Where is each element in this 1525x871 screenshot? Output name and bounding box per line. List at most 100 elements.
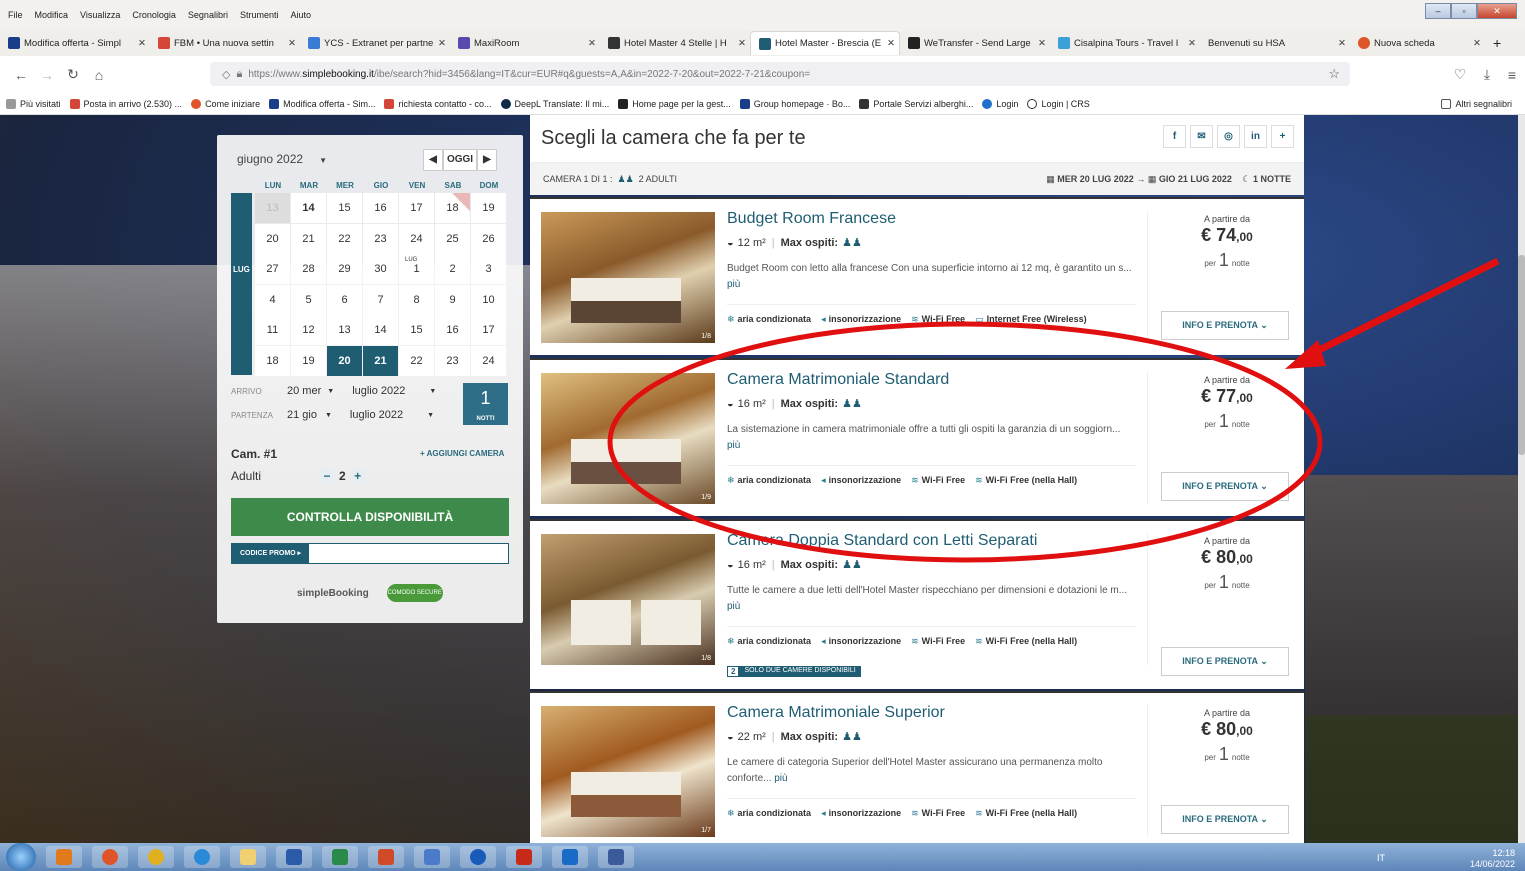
close-tab-icon[interactable]: ✕ <box>738 38 746 49</box>
menu-aiuto[interactable]: Aiuto <box>290 10 311 20</box>
menu-strumenti[interactable]: Strumenti <box>240 10 279 20</box>
language-indicator[interactable]: IT <box>1377 853 1385 864</box>
forward-icon[interactable]: → <box>34 67 60 83</box>
taskbar-app[interactable] <box>506 846 542 868</box>
menu-bar: File Modifica Visualizza Cronologia Segn… <box>0 0 1525 31</box>
taskbar-app[interactable] <box>368 846 404 868</box>
start-button[interactable] <box>6 843 36 871</box>
close-tab-icon[interactable]: ✕ <box>1338 38 1346 49</box>
close-tab-icon[interactable]: ✕ <box>438 38 446 49</box>
taskbar-app[interactable] <box>46 846 82 868</box>
taskbar-app[interactable] <box>230 846 266 868</box>
folder-icon <box>240 849 256 865</box>
bookmarks-bar: Più visitati Posta in arrivo (2.530) ...… <box>0 93 1525 115</box>
teamviewer-icon <box>470 849 486 865</box>
taskbar-app[interactable] <box>184 846 220 868</box>
taskbar-app[interactable] <box>598 846 634 868</box>
close-tab-icon[interactable]: ✕ <box>288 38 296 49</box>
acrobat-icon <box>516 849 532 865</box>
gmail-icon <box>158 37 170 49</box>
reload-icon[interactable]: ↻ <box>60 66 86 83</box>
bookmark-label: Posta in arrivo (2.530) ... <box>83 98 183 109</box>
taskbar-app[interactable] <box>92 846 128 868</box>
close-tab-icon[interactable]: ✕ <box>588 38 596 49</box>
bookmark-item[interactable]: Portale Servizi alberghi... <box>859 98 974 109</box>
taskbar-app[interactable] <box>460 846 496 868</box>
close-tab-icon[interactable]: ✕ <box>1038 38 1046 49</box>
tab-item[interactable]: WeTransfer - Send Large ✕ <box>900 31 1050 55</box>
bookmark-item[interactable]: Login <box>982 98 1019 109</box>
tab-label: WeTransfer - Send Large <box>924 37 1031 49</box>
taskbar-app[interactable] <box>276 846 312 868</box>
minimize-button[interactable]: – <box>1425 3 1451 19</box>
taskbar-app[interactable] <box>138 846 174 868</box>
powerpoint-icon <box>378 849 394 865</box>
menu-cronologia[interactable]: Cronologia <box>132 10 176 20</box>
booking-icon <box>739 98 750 109</box>
star-icon[interactable]: ☆ <box>1328 66 1340 82</box>
menu-icon[interactable]: ≡ <box>1499 67 1525 83</box>
bookmark-label: Group homepage · Bo... <box>753 98 851 109</box>
bookmark-item[interactable]: Group homepage · Bo... <box>739 98 851 109</box>
taskbar-app[interactable] <box>322 846 358 868</box>
other-bookmarks[interactable]: Altri segnalibri <box>1441 98 1512 109</box>
back-icon[interactable]: ← <box>8 67 34 83</box>
bookmark-item[interactable]: Modifica offerta - Sim... <box>269 98 375 109</box>
close-tab-icon[interactable]: ✕ <box>138 38 146 49</box>
bookmark-item[interactable]: Home page per la gest... <box>618 98 731 109</box>
menu-segnalibri[interactable]: Segnalibri <box>188 10 228 20</box>
tab-favicon-icon <box>308 37 320 49</box>
maximize-button[interactable]: ▫ <box>1451 3 1477 19</box>
tab-item[interactable]: Cisalpina Tours - Travel I ✕ <box>1050 31 1200 55</box>
tab-item[interactable]: Hotel Master 4 Stelle | H ✕ <box>600 31 750 55</box>
menu-visualizza[interactable]: Visualizza <box>80 10 120 20</box>
page-icon <box>618 98 629 109</box>
url-domain: simplebooking.it <box>302 68 374 80</box>
bookmark-label: Home page per la gest... <box>632 98 731 109</box>
tab-label: FBM • Una nuova settin <box>174 37 274 49</box>
taskbar-app[interactable] <box>414 846 450 868</box>
bookmark-item[interactable]: richiesta contatto - co... <box>384 98 492 109</box>
tab-item[interactable]: Nuova scheda ✕ <box>1350 31 1485 55</box>
tab-label: MaxiRoom <box>474 37 520 49</box>
menu-file[interactable]: File <box>8 10 23 20</box>
taskbar-app[interactable] <box>552 846 588 868</box>
tab-strip: Modifica offerta - Simpl ✕ FBM • Una nuov… <box>0 31 1525 56</box>
scrollbar-thumb[interactable] <box>1518 255 1525 455</box>
globe-icon <box>1027 98 1038 109</box>
url-prefix: https://www. <box>248 68 303 80</box>
close-tab-icon[interactable]: ✕ <box>887 38 895 49</box>
tab-active[interactable]: Hotel Master - Brescia (E ✕ <box>750 31 900 55</box>
tab-item[interactable]: Modifica offerta - Simpl ✕ <box>0 31 150 55</box>
tab-favicon-icon <box>458 37 470 49</box>
bookmark-item[interactable]: Più visitati <box>6 98 61 109</box>
pocket-icon[interactable]: ♡ <box>1447 66 1473 83</box>
tab-item[interactable]: FBM • Una nuova settin ✕ <box>150 31 300 55</box>
bookmark-item[interactable]: Posta in arrivo (2.530) ... <box>69 98 183 109</box>
bookmark-item[interactable]: Login | CRS <box>1027 98 1090 109</box>
highlight-ellipse <box>607 321 1323 563</box>
tab-favicon-icon <box>1058 37 1070 49</box>
tab-item[interactable]: YCS - Extranet per partne ✕ <box>300 31 450 55</box>
bookmark-label: richiesta contatto - co... <box>398 98 492 109</box>
tab-favicon-icon <box>759 37 771 50</box>
shield-icon: ◇ <box>222 68 231 81</box>
sb-icon <box>269 98 280 109</box>
download-icon[interactable]: ⤓ <box>1474 66 1500 83</box>
close-tab-icon[interactable]: ✕ <box>1188 38 1196 49</box>
tab-item[interactable]: Benvenuti su HSA ✕ <box>1200 31 1350 55</box>
page-scrollbar[interactable] <box>1518 115 1525 843</box>
home-icon[interactable]: ⌂ <box>86 67 112 83</box>
bookmark-item[interactable]: Come iniziare <box>191 98 260 109</box>
tab-favicon-icon <box>608 37 620 49</box>
bookmark-label: Portale Servizi alberghi... <box>873 98 974 109</box>
new-tab-button[interactable]: + <box>1485 31 1515 55</box>
outlook-icon <box>562 849 578 865</box>
close-tab-icon[interactable]: ✕ <box>1473 38 1481 49</box>
address-bar[interactable]: ◇ 🔒︎ https://www. simplebooking.it/ibe/se… <box>210 62 1350 86</box>
bookmark-label: Login <box>996 98 1019 109</box>
close-window-button[interactable]: ✕ <box>1477 3 1517 19</box>
menu-modifica[interactable]: Modifica <box>35 10 69 20</box>
bookmark-item[interactable]: DeepL Translate: Il mi... <box>500 98 609 109</box>
tab-item[interactable]: MaxiRoom ✕ <box>450 31 600 55</box>
